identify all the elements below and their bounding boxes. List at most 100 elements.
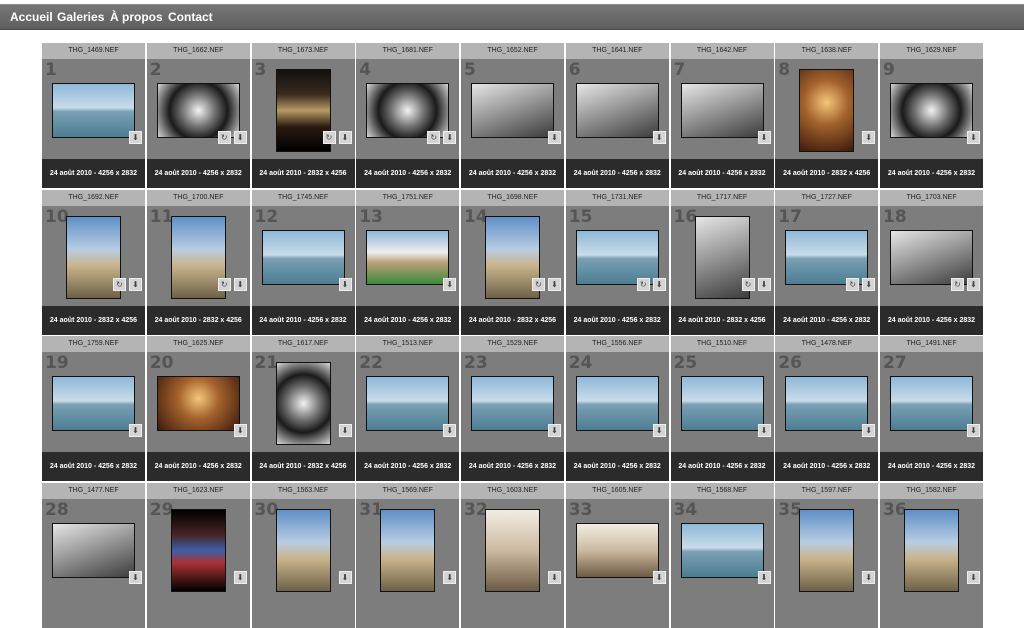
photo-thumbnail[interactable] <box>799 508 855 592</box>
photo-cell[interactable]: THG_1692.NEF 10 ↻ ⬇ 24 août 2010 - 2832 x 42… <box>42 189 145 335</box>
download-icon[interactable]: ⬇ <box>338 277 352 291</box>
download-icon[interactable]: ⬇ <box>443 277 457 291</box>
download-icon[interactable]: ⬇ <box>652 131 666 144</box>
download-icon[interactable]: ⬇ <box>967 570 980 584</box>
photo-cell[interactable]: THG_1629.NEF 9 ⬇ 24 août 2010 - 4256 x 2832 <box>880 43 983 188</box>
download-icon[interactable]: ⬇ <box>129 131 142 144</box>
photo-cell[interactable]: THG_1652.NEF 5 ⬇ 24 août 2010 - 4256 x 2832 <box>461 43 564 188</box>
download-icon[interactable]: ⬇ <box>129 570 142 584</box>
photo-cell[interactable]: THG_1625.NEF 20 ⬇ 24 août 2010 - 4256 x 283… <box>146 336 250 481</box>
download-icon[interactable]: ⬇ <box>338 570 352 584</box>
download-icon[interactable]: ⬇ <box>862 424 876 437</box>
rotate-icon[interactable]: ↻ <box>427 131 441 144</box>
photo-cell[interactable]: THG_1700.NEF 11 ↻ ⬇ 24 août 2010 - 2832 x 42… <box>146 189 250 335</box>
photo-cell[interactable]: THG_1662.NEF 2 ↻ ⬇ 24 août 2010 - 4256 x 283… <box>146 43 250 188</box>
photo-cell[interactable]: THG_1673.NEF 3 ↻ ⬇ 24 août 2010 - 2832 x 425… <box>251 43 355 188</box>
rotate-icon[interactable]: ↻ <box>113 277 126 291</box>
photo-thumbnail[interactable] <box>52 376 135 431</box>
download-icon[interactable]: ⬇ <box>757 131 771 144</box>
photo-thumbnail[interactable] <box>890 83 973 138</box>
photo-thumbnail[interactable] <box>380 508 436 592</box>
photo-thumbnail[interactable] <box>366 376 450 431</box>
photo-thumbnail[interactable] <box>52 522 135 578</box>
photo-thumbnail[interactable] <box>471 376 554 431</box>
photo-cell[interactable]: THG_1563.NEF 30 ⬇ <box>251 482 355 628</box>
rotate-icon[interactable]: ↻ <box>636 277 650 291</box>
photo-thumbnail[interactable] <box>366 229 450 285</box>
photo-thumbnail[interactable] <box>890 376 973 431</box>
download-icon[interactable]: ⬇ <box>443 424 457 437</box>
download-icon[interactable]: ⬇ <box>338 424 352 437</box>
photo-cell[interactable]: THG_1582.NEF 36 ⬇ <box>880 482 983 628</box>
download-icon[interactable]: ⬇ <box>443 131 457 144</box>
photo-cell[interactable]: THG_1603.NEF 32 ⬇ <box>461 482 564 628</box>
download-icon[interactable]: ⬇ <box>652 424 666 437</box>
photo-thumbnail[interactable] <box>680 522 764 578</box>
photo-thumbnail[interactable] <box>575 376 659 431</box>
photo-cell[interactable]: THG_1568.NEF 34 ⬇ <box>670 482 774 628</box>
photo-thumbnail[interactable] <box>471 83 554 138</box>
photo-cell[interactable]: THG_1681.NEF 4 ↻ ⬇ 24 août 2010 - 4256 x 283… <box>356 43 460 188</box>
download-icon[interactable]: ⬇ <box>652 277 666 291</box>
photo-cell[interactable]: THG_1703.NEF 18 ↻ ⬇ 24 août 2010 - 4256 x 28… <box>880 189 983 335</box>
photo-thumbnail[interactable] <box>52 83 135 138</box>
photo-cell[interactable]: THG_1642.NEF 7 ⬇ 24 août 2010 - 4256 x 2832 <box>670 43 774 188</box>
download-icon[interactable]: ⬇ <box>757 277 771 291</box>
photo-thumbnail[interactable] <box>785 376 869 431</box>
download-icon[interactable]: ⬇ <box>443 570 457 584</box>
nav-a-propos[interactable]: À propos <box>110 10 163 24</box>
photo-cell[interactable]: THG_1751.NEF 13 ⬇ 24 août 2010 - 4256 x 283… <box>356 189 460 335</box>
download-icon[interactable]: ⬇ <box>129 277 142 291</box>
photo-thumbnail[interactable] <box>275 362 331 445</box>
photo-cell[interactable]: THG_1641.NEF 6 ⬇ 24 août 2010 - 4256 x 2832 <box>565 43 669 188</box>
photo-cell[interactable]: THG_1638.NEF 8 ⬇ 24 août 2010 - 2832 x 4256 <box>775 43 879 188</box>
photo-cell[interactable]: THG_1717.NEF 16 ↻ ⬇ 24 août 2010 - 2832 x 42… <box>670 189 774 335</box>
download-icon[interactable]: ⬇ <box>338 131 352 144</box>
download-icon[interactable]: ⬇ <box>548 277 561 291</box>
nav-accueil[interactable]: Accueil <box>10 10 53 24</box>
photo-thumbnail[interactable] <box>799 69 855 152</box>
download-icon[interactable]: ⬇ <box>233 570 247 584</box>
photo-thumbnail[interactable] <box>575 83 659 138</box>
photo-cell[interactable]: THG_1491.NEF 27 ⬇ 24 août 2010 - 4256 x 283… <box>880 336 983 481</box>
rotate-icon[interactable]: ↻ <box>846 277 860 291</box>
photo-cell[interactable]: THG_1727.NEF 17 ↻ ⬇ 24 août 2010 - 4256 x 28… <box>775 189 879 335</box>
photo-cell[interactable]: THG_1605.NEF 33 ⬇ <box>565 482 669 628</box>
rotate-icon[interactable]: ↻ <box>532 277 545 291</box>
photo-thumbnail[interactable] <box>156 83 240 138</box>
rotate-icon[interactable]: ↻ <box>951 277 964 291</box>
photo-thumbnail[interactable] <box>485 508 540 592</box>
rotate-icon[interactable]: ↻ <box>322 131 336 144</box>
download-icon[interactable]: ⬇ <box>233 277 247 291</box>
photo-cell[interactable]: THG_1529.NEF 23 ⬇ 24 août 2010 - 4256 x 283… <box>461 336 564 481</box>
photo-thumbnail[interactable] <box>680 83 764 138</box>
photo-thumbnail[interactable] <box>890 229 973 285</box>
download-icon[interactable]: ⬇ <box>129 424 142 437</box>
download-icon[interactable]: ⬇ <box>967 131 980 144</box>
download-icon[interactable]: ⬇ <box>862 570 876 584</box>
photo-thumbnail[interactable] <box>366 83 450 138</box>
rotate-icon[interactable]: ↻ <box>217 277 231 291</box>
photo-cell[interactable]: THG_1759.NEF 19 ⬇ 24 août 2010 - 4256 x 283… <box>42 336 145 481</box>
photo-cell[interactable]: THG_1477.NEF 28 ⬇ <box>42 482 145 628</box>
photo-thumbnail[interactable] <box>575 229 659 285</box>
download-icon[interactable]: ⬇ <box>967 424 980 437</box>
download-icon[interactable]: ⬇ <box>862 277 876 291</box>
photo-cell[interactable]: THG_1510.NEF 25 ⬇ 24 août 2010 - 4256 x 283… <box>670 336 774 481</box>
download-icon[interactable]: ⬇ <box>757 570 771 584</box>
photo-thumbnail[interactable] <box>680 376 764 431</box>
nav-galeries[interactable]: Galeries <box>57 10 104 24</box>
rotate-icon[interactable]: ↻ <box>741 277 755 291</box>
download-icon[interactable]: ⬇ <box>233 424 247 437</box>
rotate-icon[interactable]: ↻ <box>217 131 231 144</box>
download-icon[interactable]: ⬇ <box>652 570 666 584</box>
photo-cell[interactable]: THG_1513.NEF 22 ⬇ 24 août 2010 - 4256 x 283… <box>356 336 460 481</box>
photo-cell[interactable]: THG_1469.NEF 1 ⬇ 24 août 2010 - 4256 x 2832 <box>42 43 145 188</box>
photo-cell[interactable]: THG_1623.NEF 29 ⬇ <box>146 482 250 628</box>
download-icon[interactable]: ⬇ <box>548 424 561 437</box>
photo-cell[interactable]: THG_1478.NEF 26 ⬇ 24 août 2010 - 4256 x 283… <box>775 336 879 481</box>
download-icon[interactable]: ⬇ <box>757 424 771 437</box>
download-icon[interactable]: ⬇ <box>967 277 980 291</box>
photo-cell[interactable]: THG_1698.NEF 14 ↻ ⬇ 24 août 2010 - 2832 x 42… <box>461 189 564 335</box>
photo-cell[interactable]: THG_1617.NEF 21 ⬇ 24 août 2010 - 2832 x 425… <box>251 336 355 481</box>
